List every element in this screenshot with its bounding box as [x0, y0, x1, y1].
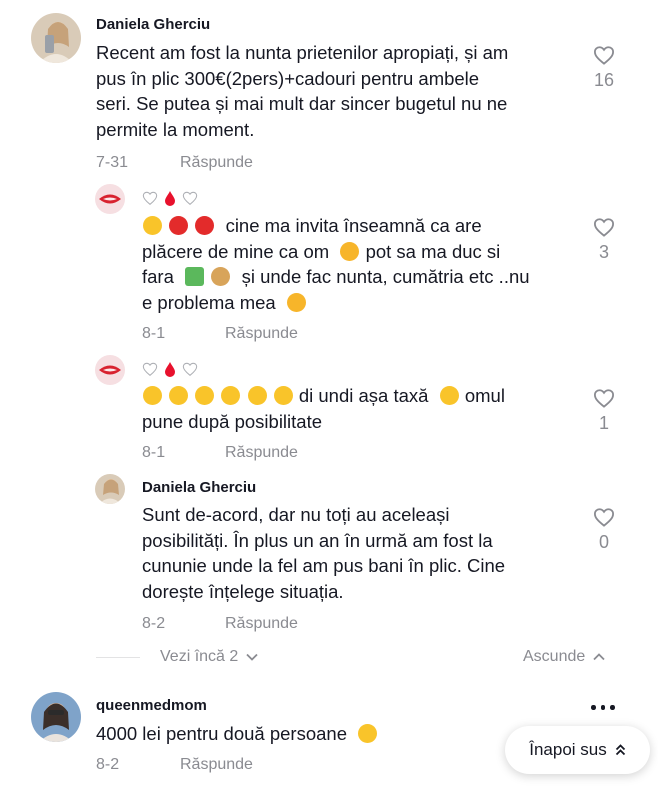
reply-button[interactable]: Răspunde — [225, 615, 298, 633]
comment-text-line: fara — [142, 266, 174, 287]
collapse-replies-button[interactable]: Ascunde — [523, 648, 605, 666]
comment-date: 8-1 — [142, 325, 166, 342]
blood-drop-icon — [165, 362, 175, 377]
heart-outline-icon — [593, 508, 615, 527]
comment-date: 8-2 — [142, 615, 166, 632]
comment-text-line: Sunt de-acord, dar nu toți au aceleași — [142, 504, 450, 525]
comment-text-line: posibilități. În plus un an în urmă am f… — [142, 529, 493, 551]
comment-date: 8-2 — [96, 756, 120, 773]
comment-text-line: permite la moment. — [96, 118, 255, 140]
view-more-label: Vezi încă 2 — [160, 648, 239, 665]
comment-date: 7-31 — [96, 154, 129, 171]
money-wings-icon — [185, 267, 205, 286]
pouting-face-icon — [169, 216, 189, 235]
flushed-face-icon — [439, 386, 459, 405]
username-emoji[interactable] — [142, 361, 198, 377]
reply-button[interactable]: Răspunde — [225, 444, 298, 462]
more-options-button[interactable] — [591, 705, 615, 710]
reply-button[interactable]: Răspunde — [180, 154, 253, 172]
pouting-face-icon — [195, 216, 215, 235]
comment-text-line: cununie unde la fel am pus bani în plic.… — [142, 555, 506, 576]
rofl-face-icon — [195, 386, 215, 405]
back-to-top-button[interactable]: Înapoi sus — [505, 726, 650, 774]
username-emoji[interactable] — [142, 190, 198, 206]
comment-text-line: dorește înțelege situația. — [142, 580, 344, 602]
rolling-eyes-face-icon — [358, 724, 378, 743]
laughing-face-icon — [169, 386, 189, 405]
comment-text-line: omul — [464, 385, 505, 406]
comment-text-line: și unde fac nunta, cumătria etc ..nu — [241, 266, 530, 287]
chevron-down-icon — [246, 653, 258, 661]
comment-text-line: e problema mea — [142, 291, 276, 313]
white-heart-icon — [142, 362, 158, 377]
avatar[interactable] — [95, 184, 125, 214]
like-button[interactable]: 16 — [584, 45, 624, 91]
comment-username[interactable]: queenmedmom — [96, 697, 207, 714]
comment-date: 8-1 — [142, 444, 166, 461]
reply-button[interactable]: Răspunde — [180, 756, 253, 774]
back-to-top-label: Înapoi sus — [529, 740, 607, 759]
flushed-face-icon — [143, 386, 162, 405]
comment-text: cine ma invita înseamnă ca are plăcere d… — [142, 213, 582, 315]
comment-text-line: pot sa ma duc si — [365, 240, 501, 262]
comment-text-line: pune după posibilitate — [142, 410, 323, 432]
avatar[interactable] — [31, 13, 81, 63]
like-count: 3 — [598, 242, 609, 262]
laughing-face-icon — [273, 386, 293, 405]
laughing-face-icon — [247, 386, 267, 405]
view-more-replies-button[interactable]: Vezi încă 2 — [160, 648, 258, 666]
heart-outline-icon — [593, 46, 615, 65]
reply-button[interactable]: Răspunde — [225, 325, 298, 343]
comment-text-line: Recent am fost la nunta prietenilor apro… — [96, 42, 509, 63]
like-button[interactable]: 1 — [584, 388, 624, 434]
comment-text-line: di undi așa taxă — [298, 385, 429, 406]
comment-text: Recent am fost la nunta prietenilor apro… — [96, 40, 576, 142]
rofl-face-icon — [221, 386, 241, 405]
heart-outline-icon — [593, 218, 615, 237]
comment-text-line: plăcere de mine ca om — [142, 240, 330, 262]
comment-text: di undi așa taxă omul pune după posibili… — [142, 383, 582, 434]
comment-username[interactable]: Daniela Gherciu — [96, 16, 210, 33]
collapse-label: Ascunde — [523, 648, 586, 665]
comment-text-line: pus în plic 300€(2pers)+cadouri pentru a… — [96, 67, 480, 89]
avatar[interactable] — [95, 474, 125, 504]
comment-text: Sunt de-acord, dar nu toți au aceleași p… — [142, 502, 582, 604]
comment-text-line: cine ma invita înseamnă ca are — [225, 215, 482, 236]
blood-drop-icon — [165, 191, 175, 206]
white-heart-icon — [142, 191, 158, 206]
comment-username[interactable]: Daniela Gherciu — [142, 479, 256, 496]
like-button[interactable]: 3 — [584, 217, 624, 263]
money-bag-icon — [211, 267, 231, 286]
white-heart-icon — [182, 362, 198, 377]
like-button[interactable]: 0 — [584, 507, 624, 553]
hugging-face-icon — [286, 292, 306, 312]
comment-text: 4000 lei pentru două persoane — [96, 721, 496, 747]
heart-outline-icon — [593, 389, 615, 408]
chevron-up-icon — [593, 653, 605, 661]
avatar[interactable] — [95, 355, 125, 385]
like-count: 16 — [593, 70, 615, 90]
divider — [96, 657, 140, 658]
double-chevron-up-icon — [615, 744, 625, 756]
hugging-face-icon — [340, 241, 360, 261]
like-count: 1 — [598, 413, 609, 433]
like-count: 0 — [598, 532, 609, 552]
white-heart-icon — [182, 191, 198, 206]
comment-text-line: 4000 lei pentru două persoane — [96, 723, 347, 744]
comment-text-line: seri. Se putea și mai mult dar sincer bu… — [96, 93, 508, 114]
monocle-face-icon — [143, 216, 162, 235]
avatar[interactable] — [31, 692, 81, 742]
